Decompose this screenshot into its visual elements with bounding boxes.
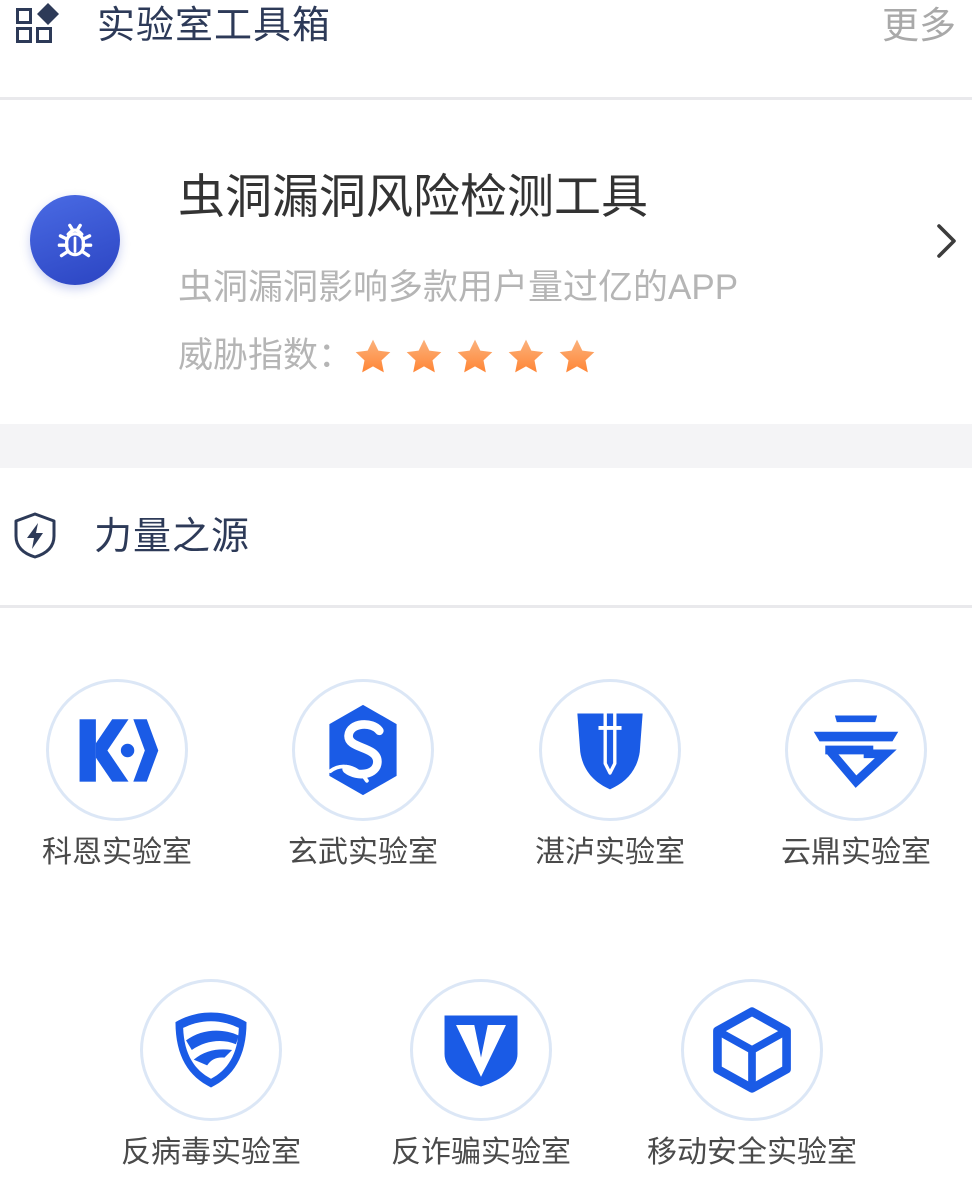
lab-logo-ring [785,679,927,821]
lab-label: 湛泸实验室 [535,836,685,869]
threat-stars [353,337,597,377]
keen-lab-logo-icon [79,719,159,782]
threat-index-label: 威胁指数： [178,336,354,375]
lab-label: 移动安全实验室 [647,1136,857,1169]
shield-lightning-icon [14,512,56,559]
lab-logo-ring [292,679,434,821]
star-icon [355,339,391,373]
star-icon [559,339,595,373]
star-icon [457,339,493,373]
xuanwu-lab-logo-icon [328,704,397,796]
lab-item-anti-virus[interactable]: 反病毒实验室 [91,979,331,1173]
more-link[interactable]: 更多 [882,4,956,48]
lab-item-keen[interactable]: 科恩实验室 [17,679,217,873]
yunding-lab-logo-icon [813,715,899,788]
anti-fraud-lab-logo-icon [444,1015,518,1087]
star-icon [508,339,544,373]
lab-logo-ring [410,979,552,1121]
lab-logo-ring [539,679,681,821]
feature-title: 虫洞漏洞风险检测工具 [178,170,648,223]
section-divider [0,605,972,608]
zhanlu-lab-logo-icon [577,713,643,790]
section-title: 力量之源 [94,516,251,558]
lab-logo-ring [681,979,823,1121]
feature-subtitle: 虫洞漏洞影响多款用户量过亿的APP [178,268,739,307]
feature-tool-card[interactable]: 虫洞漏洞风险检测工具 虫洞漏洞影响多款用户量过亿的APP 威胁指数： [0,100,972,424]
lab-label: 科恩实验室 [42,836,192,869]
lab-item-mobile-security[interactable]: 移动安全实验室 [632,979,872,1173]
lab-item-anti-fraud[interactable]: 反诈骗实验室 [361,979,601,1173]
lab-item-zhanlu[interactable]: 湛泸实验室 [510,679,710,873]
lab-label: 云鼎实验室 [781,836,931,869]
section-spacer [0,424,972,468]
apps-grid-icon [16,3,59,43]
lab-item-xuanwu[interactable]: 玄武实验室 [263,679,463,873]
lab-item-yunding[interactable]: 云鼎实验室 [756,679,956,873]
chevron-right-icon[interactable] [930,220,962,262]
feature-badge [30,195,120,285]
lab-label: 反病毒实验室 [121,1136,301,1169]
mobile-security-lab-logo-icon [713,1007,791,1093]
page-title: 实验室工具箱 [97,5,332,47]
star-icon [406,339,442,373]
lab-logo-ring [140,979,282,1121]
lab-label: 反诈骗实验室 [391,1136,571,1169]
bug-icon [57,223,93,258]
anti-virus-lab-logo-icon [175,1012,247,1088]
lab-logo-ring [46,679,188,821]
lab-label: 玄武实验室 [288,836,438,869]
